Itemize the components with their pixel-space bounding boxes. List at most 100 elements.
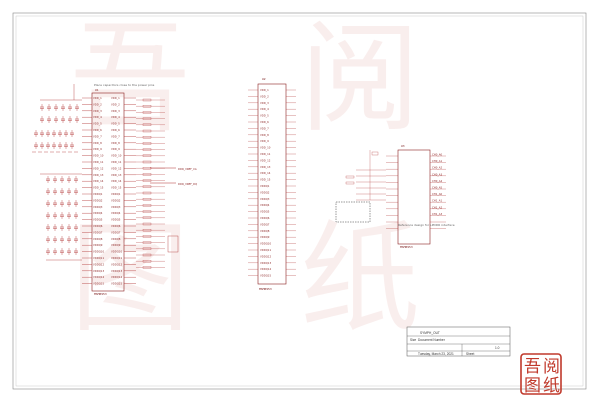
right-pin-label: CH0_A1 [432, 159, 442, 163]
middle-pin-label: VDDQ11 [260, 248, 271, 252]
middle-pin-label: VDD_6 [260, 120, 269, 124]
left-pin-label-right: VDDQ15 [111, 282, 122, 286]
middle-pin-label: VDDQ2 [260, 190, 270, 194]
left-pin-label: VDDQ7 [93, 230, 103, 234]
left-pin-label: VDDQ14 [93, 275, 104, 279]
left-pin-label-right: VDDQ5 [111, 218, 121, 222]
right-design-note: Reference design for LPDDR interface [398, 223, 455, 227]
title-block-date: Tuesday, March 23, 2021 [418, 352, 454, 356]
left-pin-label: VDDQ10 [93, 250, 104, 254]
left-pin-label: VDD_4 [93, 115, 102, 119]
left-pin-label-right: VDD_10 [111, 154, 122, 158]
right-pin-label: CH0_A0 [432, 153, 442, 157]
middle-ic-name: MSM8953 [259, 287, 272, 291]
middle-pin-label: VDDQ7 [260, 222, 270, 226]
left-pin-label: VDD_2 [93, 102, 102, 106]
left-pin-label-right: VDDQ9 [111, 243, 121, 247]
left-pin-label-right: VDD_4 [111, 115, 120, 119]
stamp-char-4: 纸 [543, 376, 560, 396]
left-pin-label-right: VDDQ4 [111, 211, 121, 215]
middle-pin-label: VDD_10 [260, 146, 271, 150]
left-pin-label-right: VDD_11 [111, 160, 122, 164]
left-pin-label: VDD_6 [93, 128, 102, 132]
middle-pin-label: VDDQ6 [260, 216, 270, 220]
left-pin-label: VDDQ12 [93, 262, 104, 266]
left-pin-label: VDD_14 [93, 179, 104, 183]
left-pin-label: VDDQ1 [93, 192, 103, 196]
left-pin-label: VDDQ9 [93, 243, 103, 247]
left-pin-label-right: VDD_3 [111, 109, 120, 113]
left-pin-label-right: VDDQ1 [111, 192, 121, 196]
left-pin-label: VDDQ11 [93, 256, 104, 260]
title-block-size-label: Size [410, 338, 416, 342]
left-pin-label: VDD_7 [93, 134, 102, 138]
middle-pin-label: VDD_12 [260, 158, 271, 162]
middle-pin-label: VDD_2 [260, 94, 269, 98]
middle-pin-label: VDDQ1 [260, 184, 270, 188]
left-pin-label-right: VDD_8 [111, 141, 120, 145]
right-net-labels: CH0_A0 CH0_A1 CH0_A2 CH0_A3 CH0_A4 CH0_A5 CH1_… [432, 153, 442, 216]
middle-pin-label: VDDQ15 [260, 274, 271, 278]
right-resistor [345, 175, 355, 179]
middle-pin-label: VDDQ4 [260, 203, 270, 207]
middle-pin-label: VDD_15 [260, 178, 271, 182]
left-pin-label-right: VDD_12 [111, 166, 122, 170]
left-pin-label-right: VDD_6 [111, 128, 120, 132]
watermark-char-2: 阅 [300, 10, 420, 149]
left-pin-label-right: VDDQ2 [111, 198, 121, 202]
left-pin-label: VDDQ3 [93, 205, 103, 209]
left-pin-label: VDD_8 [93, 141, 102, 145]
left-ic-ref: U1 [95, 88, 99, 92]
middle-pin-label: VDD_14 [260, 171, 271, 175]
stamp-char-1: 阅 [543, 357, 560, 377]
middle-pin-label: VDD_1 [260, 88, 269, 92]
left-pin-label-right: VDD_2 [111, 102, 120, 106]
stamp-char-2: 吾 [524, 357, 541, 377]
left-pin-label: VDD_10 [93, 154, 104, 158]
middle-pin-label: VDD_4 [260, 107, 269, 111]
left-pin-label-right: VDDQ13 [111, 269, 122, 273]
middle-pin-label: VDDQ13 [260, 261, 271, 265]
left-pin-label: VDDQ6 [93, 224, 103, 228]
middle-pin-label: VDDQ10 [260, 242, 271, 246]
left-pin-label-right: VDDQ14 [111, 275, 122, 279]
title-block-sheet-label: Sheet [466, 352, 474, 356]
left-pin-label-right: VDD_9 [111, 147, 120, 151]
right-pin-label: CH1_A1 [432, 199, 442, 203]
middle-pin-label: VDDQ8 [260, 229, 270, 233]
left-pin-label-right: VDD_5 [111, 122, 120, 126]
left-pin-label-right: VDDQ6 [111, 224, 121, 228]
left-pin-label: VDD_9 [93, 147, 102, 151]
left-pin-label-right: VDDQ10 [111, 250, 122, 254]
left-pin-label-right: VDD_14 [111, 179, 122, 183]
right-pin-label: CH1_A0 [432, 192, 442, 196]
middle-pin-label: VDD_9 [260, 139, 269, 143]
middle-pin-label: VDDQ9 [260, 235, 270, 239]
middle-pin-label: VDD_3 [260, 101, 269, 105]
left-pin-label-right: VDD_13 [111, 173, 122, 177]
middle-pin-label: VDD_7 [260, 126, 269, 130]
title-block-title: SYMPH_OUT [420, 331, 440, 335]
middle-pin-label: VDD_5 [260, 114, 269, 118]
watermark-char-4: 纸 [300, 210, 420, 349]
right-resistor [371, 151, 379, 156]
left-pin-label: VDDQ15 [93, 282, 104, 286]
middle-pin-label: VDD_8 [260, 133, 269, 137]
left-pin-label-right: VDDQ11 [111, 256, 122, 260]
right-pin-label: CH0_A4 [432, 179, 442, 183]
middle-ic-pins: VDD_1 VDD_2 VDD_3 VDD_4 VDD_5 VDD_6 VDD_7 VDD_8… [248, 88, 296, 278]
side-label-vref-ca: DDR_VREF_CA [178, 167, 197, 171]
left-pin-label-right: VDD_7 [111, 134, 120, 138]
right-resistor [345, 181, 355, 185]
right-pin-label: CH0_A2 [432, 166, 442, 170]
left-pin-label: VDD_15 [93, 186, 104, 190]
left-design-note: Place capacitors close to the power pins [94, 83, 155, 87]
right-side-components [345, 150, 386, 201]
left-pin-label: VDD_3 [93, 109, 102, 113]
left-ic-name: MSM8953 [94, 292, 107, 296]
right-pin-label: CH0_A3 [432, 172, 442, 176]
middle-pin-label: VDDQ14 [260, 267, 271, 271]
middle-pin-label: VDDQ12 [260, 254, 271, 258]
middle-ic-group: U2 MSM8953 VDD_1VDD_2VDD_3VDD_4VDD_5VDD_… [248, 77, 296, 291]
right-ic-ref: U3 [401, 144, 405, 148]
